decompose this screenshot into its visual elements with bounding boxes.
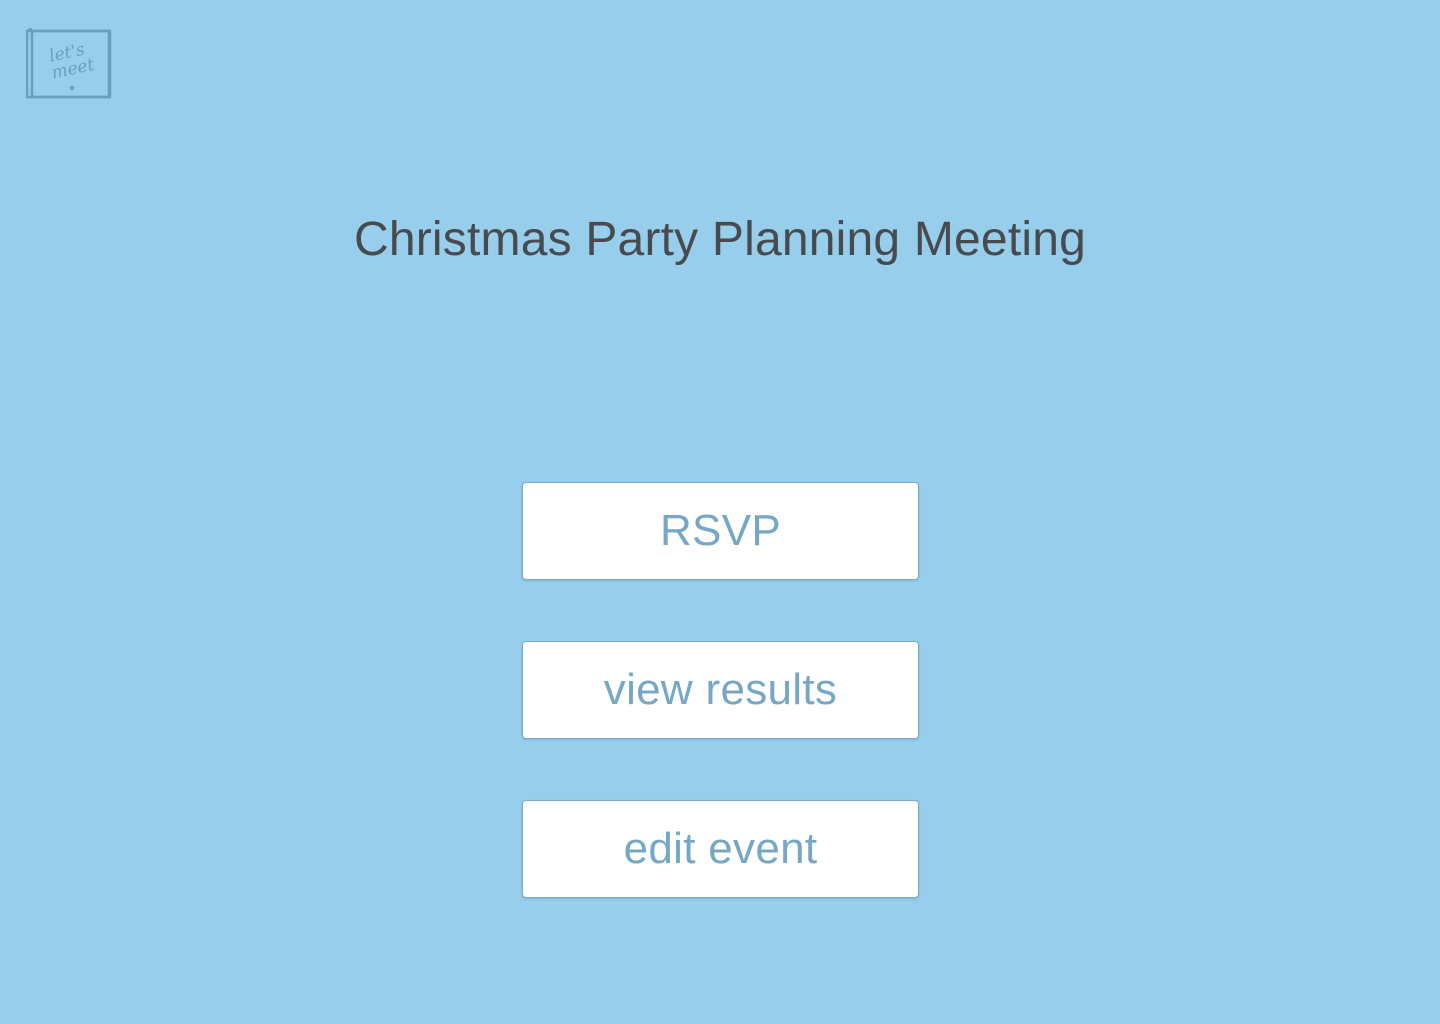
- event-title: Christmas Party Planning Meeting: [353, 213, 1087, 266]
- calendar-card-icon: let's meet: [26, 28, 112, 99]
- lets-meet-logo[interactable]: let's meet: [26, 28, 112, 100]
- view-results-button[interactable]: view results: [522, 641, 919, 739]
- edit-event-button[interactable]: edit event: [522, 800, 919, 898]
- event-actions: RSVP view results edit event: [522, 482, 919, 898]
- rsvp-button[interactable]: RSVP: [522, 482, 919, 580]
